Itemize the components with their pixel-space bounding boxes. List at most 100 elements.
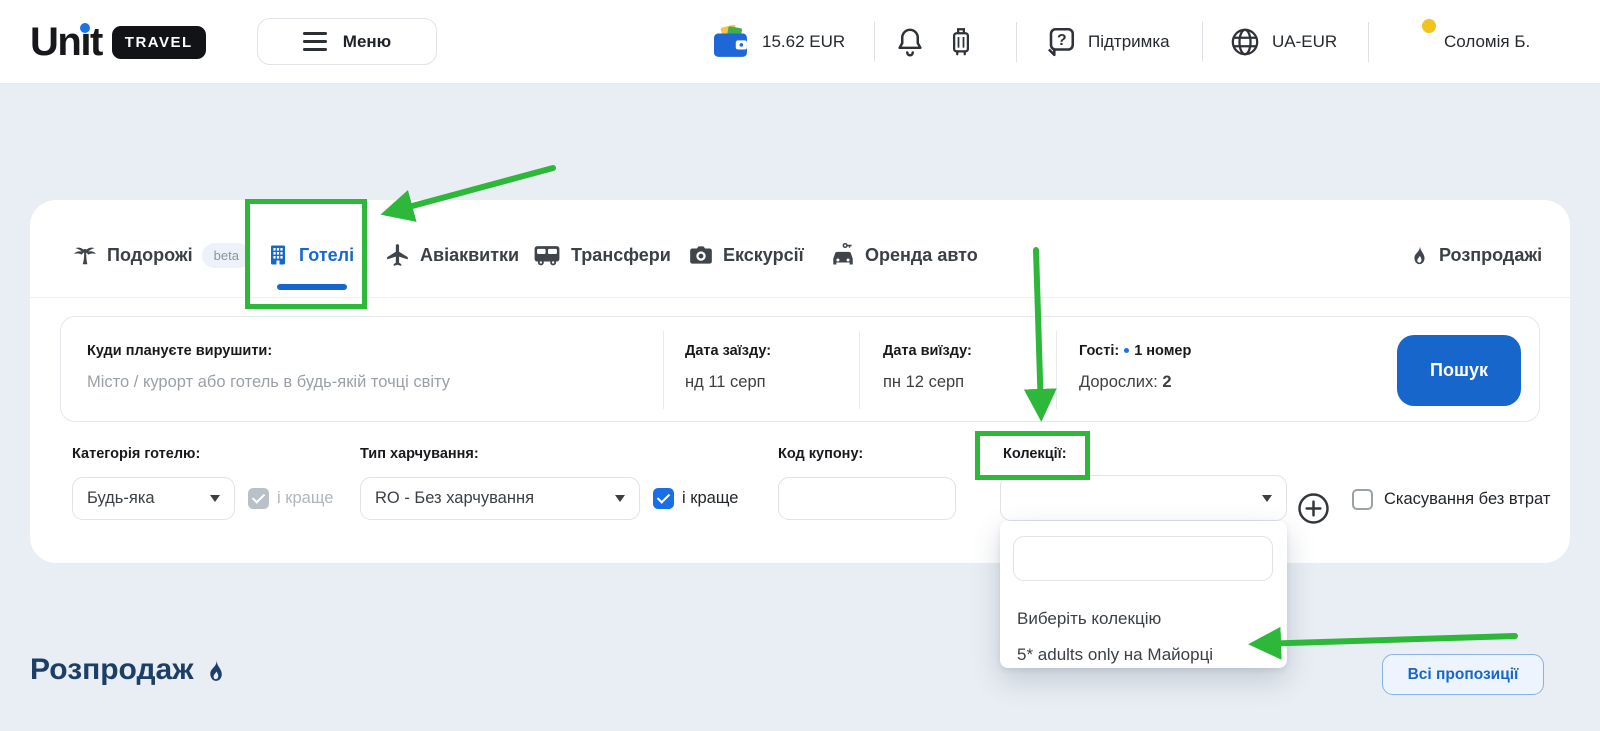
chevron-down-icon [1262, 495, 1272, 502]
guests-field[interactable]: Гості:1 номер Дорослих: 2 [1079, 317, 1379, 423]
support-button[interactable]: ? Підтримка [1042, 0, 1170, 84]
tab-hotels-label: Готелі [299, 245, 354, 266]
tab-sales[interactable]: Розпродажі [1408, 238, 1542, 272]
logo-unit-text: Unıt [30, 22, 102, 62]
meal-better-checkbox[interactable] [653, 488, 674, 509]
collection-option-placeholder[interactable]: Виберіть колекцію [1017, 609, 1161, 629]
wallet-balance[interactable]: 15.62 EUR [710, 0, 845, 84]
category-value: Будь-яка [87, 489, 155, 508]
luggage-button[interactable] [946, 0, 976, 84]
header-divider [1016, 22, 1017, 62]
sales-title-text: Розпродаж [30, 653, 193, 687]
coupon-input[interactable] [778, 477, 956, 520]
flame-icon [203, 656, 228, 685]
header-divider [874, 22, 875, 62]
building-icon [266, 242, 290, 268]
meal-value: RO - Без харчування [375, 489, 534, 508]
tabs-divider [30, 297, 1570, 298]
checkin-field[interactable]: Дата заїзду: нд 11 серп [685, 317, 845, 423]
collection-option-mallorca[interactable]: 5* adults only на Майорці [1017, 645, 1213, 665]
tab-hotels[interactable]: Готелі [266, 238, 354, 272]
tab-flights-label: Авіаквитки [420, 245, 519, 266]
annotation-arrow-collection-option [1258, 636, 1515, 644]
checkin-value: нд 11 серп [685, 373, 766, 392]
checkout-value: пн 12 серп [883, 373, 964, 392]
collections-label: Колекції: [1003, 446, 1067, 462]
hamburger-icon [303, 32, 327, 51]
status-dot [1422, 19, 1436, 33]
category-better-checkbox[interactable] [248, 488, 269, 509]
palm-tree-icon [72, 241, 98, 269]
header-divider [1368, 22, 1369, 62]
field-divider [859, 331, 860, 409]
category-label: Категорія готелю: [72, 446, 200, 462]
guests-label: Гості:1 номер [1079, 343, 1191, 359]
header: Unıt TRAVEL Меню 15.62 EUR [0, 0, 1600, 84]
unit-travel-page: Unıt TRAVEL Меню 15.62 EUR [0, 0, 1600, 731]
checkin-label: Дата заїзду: [685, 343, 771, 359]
destination-placeholder: Місто / курорт або готель в будь-якій то… [87, 373, 450, 392]
destination-label: Куди плануєте вирушити: [87, 343, 272, 359]
tab-car-rental[interactable]: Оренда авто [830, 238, 978, 272]
meal-select[interactable]: RO - Без харчування [360, 477, 640, 520]
bell-icon [893, 24, 927, 60]
wallet-icon [710, 25, 752, 59]
tab-trips-label: Подорожі [107, 245, 193, 266]
tab-excursions-label: Екскурсії [723, 245, 804, 266]
free-cancel-checkbox[interactable] [1352, 489, 1373, 510]
airplane-icon [385, 242, 411, 268]
meal-better-label: і краще [682, 489, 738, 508]
tab-transfers-label: Трансфери [571, 245, 671, 266]
tab-sales-label: Розпродажі [1439, 245, 1542, 266]
collections-dropdown: Виберіть колекцію 5* adults only на Майо… [1000, 521, 1287, 668]
active-tab-underline [277, 284, 347, 290]
menu-button[interactable]: Меню [257, 18, 437, 65]
adults-value: Дорослих: 2 [1079, 373, 1172, 392]
search-button[interactable]: Пошук [1397, 335, 1521, 406]
header-divider [1202, 22, 1203, 62]
field-divider [1056, 331, 1057, 409]
search-box: Куди плануєте вирушити: Місто / курорт а… [60, 316, 1540, 422]
collection-search-input[interactable] [1013, 536, 1273, 581]
category-select[interactable]: Будь-яка [72, 477, 235, 520]
locale-button[interactable]: UA-EUR [1228, 0, 1337, 84]
destination-field[interactable]: Куди плануєте вирушити: Місто / курорт а… [87, 317, 647, 423]
logo-travel-badge: TRAVEL [112, 26, 206, 59]
car-key-icon [830, 241, 856, 269]
svg-text:?: ? [1057, 32, 1067, 49]
tab-trips[interactable]: Подорожі beta [72, 238, 251, 272]
wallet-balance-text: 15.62 EUR [762, 32, 845, 52]
tab-transfers[interactable]: Трансфери [532, 238, 671, 272]
beta-badge: beta [202, 243, 251, 268]
support-label: Підтримка [1088, 32, 1170, 52]
collections-select[interactable] [1000, 475, 1287, 521]
menu-label: Меню [343, 32, 391, 52]
category-better-label: і краще [277, 489, 333, 508]
free-cancel-label: Скасування без втрат [1384, 490, 1550, 509]
sales-section-title: Розпродаж [30, 653, 228, 687]
user-name: Соломія Б. [1444, 32, 1530, 52]
add-collection-button[interactable] [1296, 491, 1331, 526]
meal-label: Тип харчування: [360, 446, 479, 462]
bus-icon [532, 242, 562, 268]
tab-excursions[interactable]: Екскурсії [688, 238, 804, 272]
avatar [1392, 21, 1434, 63]
checkout-label: Дата виїзду: [883, 343, 972, 359]
blue-dot [1124, 348, 1129, 353]
logo[interactable]: Unıt TRAVEL [30, 0, 206, 84]
chat-question-icon: ? [1042, 24, 1078, 60]
logo-blue-dot [80, 23, 90, 33]
checkout-field[interactable]: Дата виїзду: пн 12 серп [883, 317, 1043, 423]
locale-label: UA-EUR [1272, 32, 1337, 52]
field-divider [663, 331, 664, 409]
camera-icon [688, 242, 714, 268]
tab-flights[interactable]: Авіаквитки [385, 238, 519, 272]
chevron-down-icon [210, 495, 220, 502]
chevron-down-icon [615, 495, 625, 502]
flame-icon [1408, 242, 1430, 268]
user-menu[interactable]: Соломія Б. [1392, 0, 1530, 84]
all-offers-button[interactable]: Всі пропозиції [1382, 654, 1544, 695]
luggage-icon [946, 23, 976, 61]
tab-car-rental-label: Оренда авто [865, 245, 978, 266]
globe-icon [1228, 25, 1262, 59]
